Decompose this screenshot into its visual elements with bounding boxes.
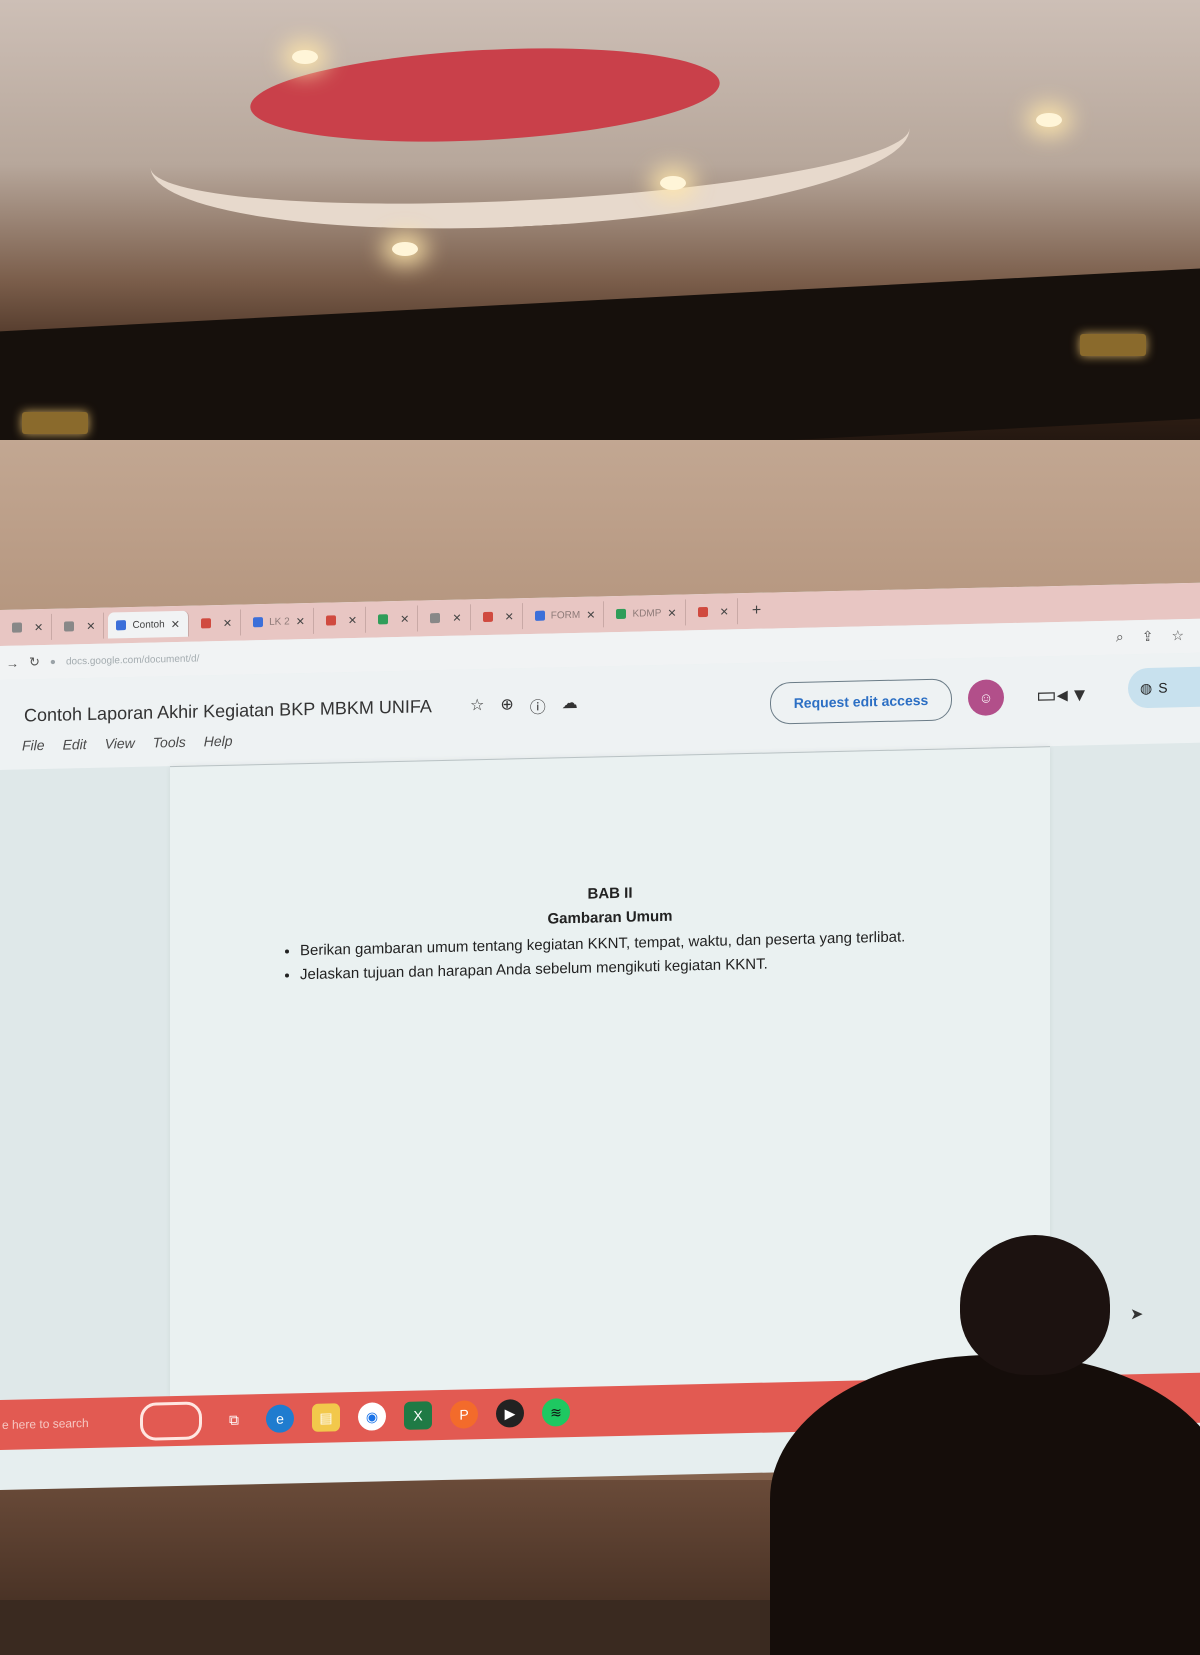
- browser-tab[interactable]: FORM ✕: [526, 601, 605, 630]
- reload-icon[interactable]: ↻: [29, 654, 40, 670]
- forms-icon: [534, 610, 545, 621]
- star-icon[interactable]: ☆: [470, 695, 484, 719]
- document-title[interactable]: Contoh Laporan Akhir Kegiatan BKP MBKM U…: [24, 696, 432, 726]
- menu-file[interactable]: File: [22, 737, 45, 754]
- browser-tab-active[interactable]: Contoh ✕: [108, 610, 189, 639]
- chrome-icon[interactable]: ◉: [358, 1402, 386, 1431]
- browser-tab[interactable]: ✕: [422, 604, 471, 632]
- close-icon[interactable]: ✕: [171, 617, 180, 630]
- globe-icon: ◍: [1140, 679, 1153, 696]
- ceiling: [0, 0, 1200, 470]
- new-tab-button[interactable]: +: [742, 602, 771, 621]
- close-icon[interactable]: ✕: [348, 613, 357, 626]
- spotify-icon[interactable]: ≋: [542, 1398, 570, 1427]
- move-icon[interactable]: ⊕: [500, 694, 513, 718]
- youtube-icon: [325, 615, 336, 626]
- menu-tools[interactable]: Tools: [153, 734, 186, 751]
- close-icon[interactable]: ✕: [720, 605, 729, 618]
- bullet-list: Berikan gambaran umum tentang kegiatan K…: [280, 925, 950, 988]
- browser-tab[interactable]: ✕: [689, 598, 738, 626]
- title-actions: ☆ ⊕ ⓘ ☁: [470, 693, 578, 719]
- task-view-icon[interactable]: ⧉: [220, 1405, 248, 1434]
- menu-help[interactable]: Help: [204, 733, 233, 750]
- browser-tab[interactable]: ✕: [317, 606, 367, 634]
- sheets-icon: [616, 608, 627, 620]
- user-avatar-icon: ☺: [978, 689, 994, 706]
- gray-tab-icon: [430, 613, 441, 624]
- share-label: S: [1158, 679, 1168, 696]
- menu-view[interactable]: View: [105, 735, 135, 752]
- bookmark-star-icon[interactable]: ☆: [1171, 627, 1184, 644]
- gray-tab-icon: [12, 622, 22, 633]
- wall-light: [1080, 334, 1146, 356]
- ceiling-light: [392, 242, 418, 256]
- drive-icon: [378, 614, 389, 625]
- mouse-cursor-icon: ➤: [1130, 1306, 1144, 1324]
- ceiling-light: [660, 176, 686, 190]
- avatar[interactable]: ☺: [968, 679, 1004, 717]
- person-head: [960, 1235, 1110, 1375]
- wall-light: [22, 412, 88, 434]
- menu-edit[interactable]: Edit: [63, 736, 87, 753]
- address-bar-actions: ⌕ ⇪ ☆: [1116, 627, 1184, 646]
- browser-tab[interactable]: ✕: [4, 613, 53, 641]
- share-button[interactable]: ◍ S: [1128, 666, 1200, 709]
- browser-tab[interactable]: ✕: [474, 603, 523, 631]
- url-field[interactable]: docs.google.com/document/d/: [66, 653, 199, 667]
- file-explorer-icon[interactable]: ▤: [312, 1403, 340, 1432]
- close-icon[interactable]: ✕: [400, 612, 409, 625]
- close-icon[interactable]: ✕: [223, 616, 232, 629]
- docs-icon: [253, 617, 264, 628]
- menu-bar: File Edit View Tools Help: [22, 733, 233, 754]
- taskbar-search-input[interactable]: e here to search: [0, 1402, 122, 1445]
- close-icon[interactable]: ✕: [86, 619, 95, 632]
- gmail-icon: [482, 611, 493, 623]
- close-icon[interactable]: ✕: [34, 621, 43, 634]
- close-icon[interactable]: ✕: [296, 615, 305, 628]
- media-player-icon[interactable]: ▶: [496, 1399, 524, 1428]
- browser-tab[interactable]: ✕: [56, 612, 105, 640]
- forward-icon[interactable]: →: [6, 655, 19, 670]
- lock-icon: ●: [49, 656, 56, 668]
- close-icon[interactable]: ✕: [505, 610, 514, 623]
- browser-tab[interactable]: ✕: [192, 609, 242, 637]
- youtube-icon: [697, 606, 708, 618]
- youtube-icon: [200, 618, 211, 629]
- close-icon[interactable]: ✕: [586, 608, 595, 621]
- browser-tab[interactable]: ✕: [370, 605, 419, 633]
- copilot-icon[interactable]: [140, 1401, 202, 1441]
- powerpoint-icon[interactable]: P: [450, 1400, 478, 1429]
- excel-icon[interactable]: X: [404, 1401, 432, 1430]
- person-silhouette: [770, 1355, 1200, 1655]
- zoom-icon[interactable]: ⌕: [1116, 628, 1124, 645]
- cloud-status-icon[interactable]: ☁: [562, 693, 578, 717]
- docs-icon: [116, 620, 127, 631]
- close-icon[interactable]: ✕: [452, 611, 461, 624]
- document-page[interactable]: BAB II Gambaran Umum Berikan gambaran um…: [170, 746, 1050, 1398]
- browser-tab[interactable]: KDMP ✕: [608, 599, 686, 628]
- ceiling-light: [292, 50, 318, 64]
- video-call-icon[interactable]: ▭◂ ▾: [1036, 681, 1085, 708]
- info-icon[interactable]: ⓘ: [530, 694, 546, 718]
- browser-tab[interactable]: LK 2 ✕: [245, 607, 314, 636]
- close-icon[interactable]: ✕: [667, 606, 676, 619]
- ceiling-light: [1036, 113, 1062, 127]
- gray-tab-icon: [64, 621, 75, 632]
- request-edit-access-button[interactable]: Request edit access: [770, 678, 952, 725]
- edge-icon[interactable]: e: [266, 1404, 294, 1433]
- share-page-icon[interactable]: ⇪: [1142, 628, 1154, 645]
